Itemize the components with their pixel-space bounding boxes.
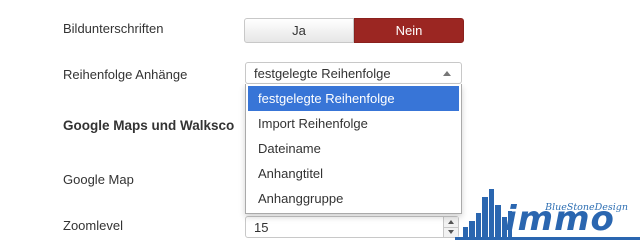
google-map-label: Google Map xyxy=(63,172,134,187)
attachment-order-value: festgelegte Reihenfolge xyxy=(254,65,391,81)
option-anhanggruppe[interactable]: Anhanggruppe xyxy=(248,186,459,211)
captions-toggle: Ja Nein xyxy=(244,18,464,43)
option-anhangtitel[interactable]: Anhangtitel xyxy=(248,161,459,186)
option-import-reihenfolge[interactable]: Import Reihenfolge xyxy=(248,111,459,136)
attachment-order-label: Reihenfolge Anhänge xyxy=(63,67,188,82)
attachment-order-options: festgelegte Reihenfolge Import Reihenfol… xyxy=(245,84,462,214)
attachment-order-select[interactable]: festgelegte Reihenfolge xyxy=(245,62,462,84)
spin-down-icon xyxy=(448,230,454,235)
zoom-label: Zoomlevel xyxy=(63,218,123,233)
bluestone-immo-logo: BlueStoneDesign immo xyxy=(455,183,640,240)
captions-yes-button[interactable]: Ja xyxy=(244,18,354,43)
section-heading: Google Maps und Walksco xyxy=(63,118,235,133)
dropdown-arrow-icon xyxy=(443,70,451,76)
logo-wordmark: immo xyxy=(505,199,615,239)
captions-no-button[interactable]: Nein xyxy=(354,18,464,43)
zoom-input[interactable]: 15 xyxy=(245,216,459,238)
option-festgelegte-reihenfolge[interactable]: festgelegte Reihenfolge xyxy=(248,86,459,111)
spin-up-icon xyxy=(448,219,454,224)
zoom-value: 15 xyxy=(254,219,269,235)
option-dateiname[interactable]: Dateiname xyxy=(248,136,459,161)
captions-label: Bildunterschriften xyxy=(63,21,164,36)
